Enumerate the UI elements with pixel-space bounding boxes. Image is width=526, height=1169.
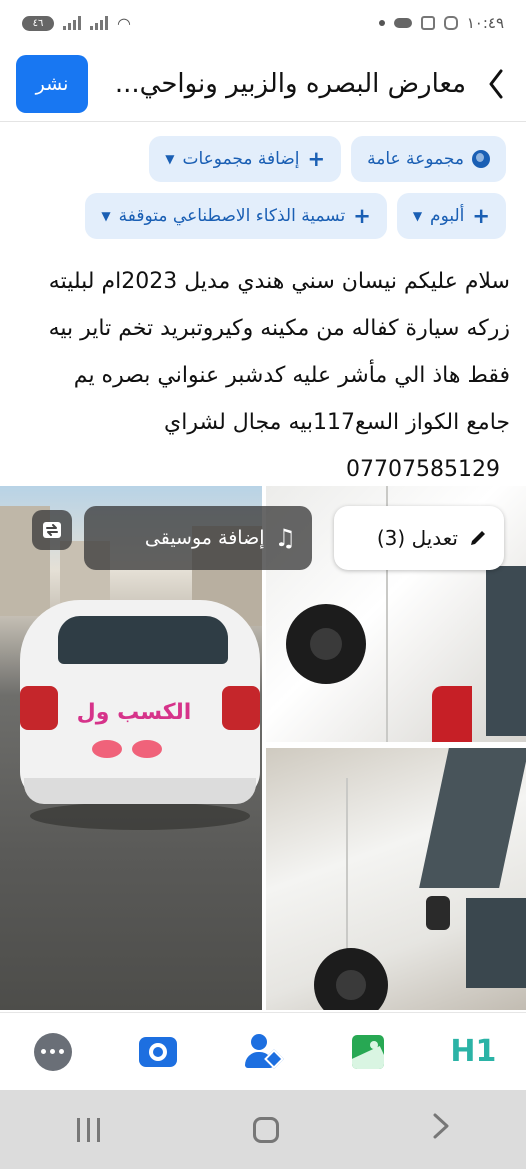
- photo-grid: الكسب ول ♫ إضافة موسيقى تعديل (3): [0, 486, 526, 1010]
- cloud-icon: [393, 18, 412, 28]
- back-nav-button[interactable]: [432, 1112, 450, 1148]
- camera-icon: [138, 1036, 177, 1067]
- car-mirror: [426, 896, 450, 930]
- pencil-icon: [471, 531, 485, 545]
- sunglasses-sticker: [88, 740, 168, 760]
- notification-dot-icon: [378, 20, 385, 26]
- music-note-icon: ♫: [274, 524, 296, 552]
- wifi-icon: ◠: [117, 13, 131, 33]
- status-time: ١٠:٤٩: [466, 14, 504, 32]
- instagram-icon: [443, 16, 458, 30]
- heading-button[interactable]: H1: [448, 1027, 498, 1077]
- audience-chips: مجموعة عامة + إضافة مجموعات ▼: [0, 136, 526, 182]
- ai-label-chip[interactable]: + تسمية الذكاء الاصطناعي متوقفة ▼: [85, 193, 387, 239]
- post-button[interactable]: نشر: [16, 54, 88, 113]
- globe-icon: [472, 150, 490, 168]
- photo-car-side-front[interactable]: [266, 748, 526, 1010]
- album-chip[interactable]: + ألبوم ▼: [396, 193, 506, 239]
- album-label: ألبوم: [430, 206, 465, 226]
- car-wheel: [286, 604, 366, 684]
- car-rear-window: [58, 616, 228, 664]
- car-taillight: [20, 686, 58, 730]
- car-taillight: [222, 686, 260, 730]
- car-taillight: [432, 686, 472, 742]
- signal-icon-2: [90, 16, 108, 30]
- audience-label: مجموعة عامة: [367, 149, 464, 169]
- status-left: ٤٦ ◠: [22, 14, 131, 33]
- back-button[interactable]: [478, 64, 514, 104]
- car-window: [419, 748, 526, 888]
- post-text-area[interactable]: سلام عليكم نيسان سني هندي مديل 2023ام لب…: [20, 258, 510, 493]
- audience-chip[interactable]: مجموعة عامة: [351, 136, 506, 182]
- post-line: فقط هاذ الي مأشر عليه كدشبر عنواني بصره …: [73, 363, 510, 388]
- car-window: [486, 566, 526, 736]
- more-icon: [33, 1032, 72, 1071]
- swap-photo-button[interactable]: [32, 510, 72, 550]
- caret-down-icon: ▼: [101, 209, 111, 223]
- photo-button[interactable]: [343, 1027, 393, 1077]
- home-button[interactable]: [252, 1116, 279, 1143]
- edit-photos-button[interactable]: تعديل (3): [334, 506, 504, 570]
- post-line: جامع الكواز السع117بيه مجال لشراي: [163, 410, 510, 435]
- car-sticker: الكسب ول: [76, 700, 192, 725]
- screenshot-icon: [420, 16, 435, 30]
- recent-apps-button[interactable]: [76, 1117, 100, 1142]
- add-groups-chip[interactable]: + إضافة مجموعات ▼: [149, 136, 342, 182]
- group-title: معارض البصره والزبير ونواحي...: [114, 68, 466, 99]
- composer-toolbar: H1: [0, 1012, 526, 1090]
- edit-label: تعديل (3): [376, 526, 458, 550]
- car-wheel: [314, 948, 388, 1010]
- battery-level: ٤٦: [32, 17, 44, 29]
- battery-icon: ٤٦: [22, 15, 54, 31]
- chevron-right-icon: [433, 1113, 448, 1138]
- plus-icon: +: [472, 204, 490, 228]
- car-bumper: [24, 778, 256, 804]
- chevron-left-icon: [489, 69, 503, 98]
- signal-icon: [63, 16, 81, 30]
- tag-people-icon: [244, 1033, 284, 1070]
- options-chips: + ألبوم ▼ + تسمية الذكاء الاصطناعي متوقف…: [0, 193, 526, 239]
- post-composer-screen: ٤٦ ◠ ١٠:٤٩ معارض البصره والزبير ونواحي..…: [0, 0, 526, 1169]
- camera-button[interactable]: [133, 1027, 183, 1077]
- ai-label-text: تسمية الذكاء الاصطناعي متوقفة: [118, 206, 346, 226]
- post-line: زركه سيارة كفاله من مكينه وكيروتبريد تخم…: [48, 316, 510, 341]
- car-shadow: [30, 802, 250, 830]
- swap-icon: [43, 522, 61, 538]
- plus-icon: +: [307, 147, 326, 171]
- system-nav-bar: [0, 1090, 526, 1169]
- tag-people-button[interactable]: [238, 1027, 288, 1077]
- add-music-label: إضافة موسيقى: [144, 527, 265, 549]
- more-button[interactable]: [28, 1027, 78, 1077]
- photo-icon: [352, 1034, 385, 1069]
- status-bar: ٤٦ ◠ ١٠:٤٩: [0, 0, 526, 46]
- heading-icon: H1: [450, 1034, 497, 1069]
- post-line: سلام عليكم نيسان سني هندي مديل 2023ام لب…: [48, 269, 510, 294]
- caret-down-icon: ▼: [412, 209, 423, 223]
- composer-header: معارض البصره والزبير ونواحي... نشر: [0, 46, 526, 122]
- caret-down-icon: ▼: [165, 152, 175, 166]
- add-groups-label: إضافة مجموعات: [182, 149, 300, 169]
- car-windshield: [466, 898, 526, 988]
- plus-icon: +: [353, 204, 371, 228]
- status-right: ١٠:٤٩: [378, 14, 504, 32]
- add-music-button[interactable]: ♫ إضافة موسيقى: [84, 506, 312, 570]
